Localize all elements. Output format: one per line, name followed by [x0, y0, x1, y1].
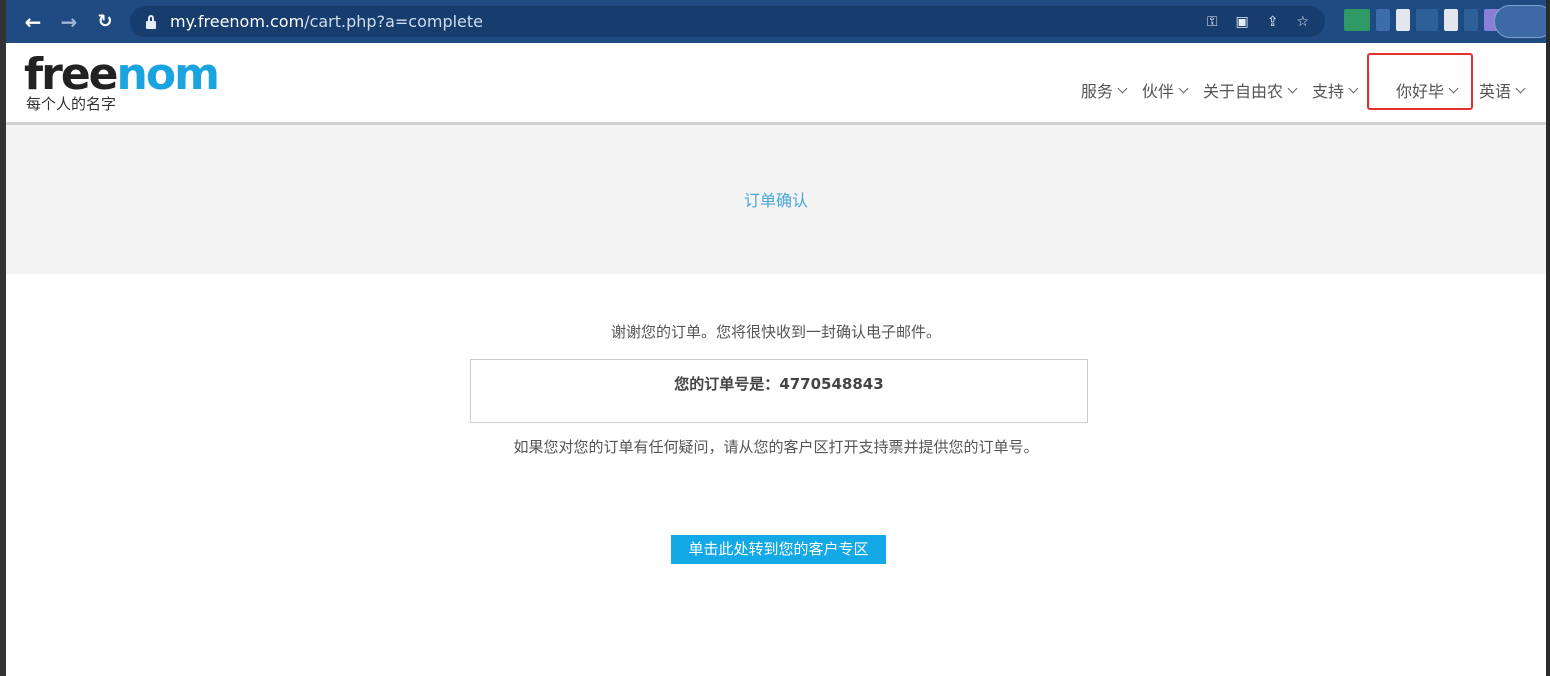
- nav-partners-label: 伙伴: [1141, 82, 1174, 101]
- nav-about-label: 关于自由农: [1202, 82, 1283, 101]
- chevron-down-icon: [1448, 83, 1459, 93]
- nav-support-label: 支持: [1311, 82, 1344, 101]
- back-icon[interactable]: ←: [18, 7, 48, 37]
- page-banner: 订单确认: [6, 125, 1546, 274]
- order-number: 4770548843: [779, 375, 884, 393]
- site-header: freenom 每个人的名字 服务 伙伴 关于自由农 支持 你好毕 英语: [6, 43, 1546, 125]
- extension-icon[interactable]: [1444, 9, 1458, 31]
- nav-language-label: 英语: [1478, 82, 1511, 101]
- nav-support[interactable]: 支持: [1304, 78, 1365, 102]
- window-right-edge: [1546, 0, 1550, 676]
- reload-icon[interactable]: ↻: [90, 7, 120, 37]
- forward-icon[interactable]: →: [54, 7, 84, 37]
- chevron-down-icon: [1117, 83, 1128, 93]
- chevron-down-icon: [1348, 83, 1359, 93]
- extension-icon[interactable]: [1464, 9, 1478, 31]
- nav-user-label: 你好毕: [1395, 82, 1444, 101]
- extension-icon[interactable]: [1396, 9, 1410, 31]
- star-icon[interactable]: ☆: [1296, 14, 1309, 30]
- web-page: freenom 每个人的名字 服务 伙伴 关于自由农 支持 你好毕 英语 订单确…: [6, 43, 1546, 676]
- extension-icon[interactable]: [1344, 9, 1370, 31]
- page-title: 订单确认: [743, 191, 808, 210]
- url-host: my.freenom.com: [170, 12, 305, 31]
- client-area-button[interactable]: 单击此处转到您的客户专区: [671, 535, 886, 564]
- address-bar[interactable]: my.freenom.com/cart.php?a=complete ⚿ ▣ ⇪…: [130, 6, 1325, 37]
- nav-services[interactable]: 服务: [1073, 78, 1134, 102]
- chevron-down-icon: [1287, 83, 1298, 93]
- nav-services-label: 服务: [1080, 82, 1113, 101]
- extensions-area: [1344, 9, 1510, 31]
- site-logo[interactable]: freenom 每个人的名字: [24, 53, 220, 114]
- chevron-down-icon: [1515, 83, 1526, 93]
- thanks-message: 谢谢您的订单。您将很快收到一封确认电子邮件。: [610, 323, 941, 341]
- url-path: /cart.php?a=complete: [304, 12, 484, 31]
- order-number-box: 您的订单号是：4770548843: [470, 359, 1088, 423]
- logo-nom: nom: [116, 49, 220, 100]
- nav-partners[interactable]: 伙伴: [1134, 78, 1195, 102]
- translate-icon[interactable]: ▣: [1235, 14, 1248, 30]
- main-nav: 服务 伙伴 关于自由农 支持 你好毕 英语: [1073, 72, 1532, 108]
- nav-language[interactable]: 英语: [1471, 78, 1532, 102]
- extension-icon[interactable]: [1416, 9, 1438, 31]
- browser-toolbar: ← → ↻ my.freenom.com/cart.php?a=complete…: [6, 0, 1550, 43]
- extension-icon[interactable]: [1376, 9, 1390, 31]
- profile-button[interactable]: [1494, 5, 1550, 38]
- lock-icon[interactable]: [146, 14, 156, 29]
- nav-about[interactable]: 关于自由农: [1195, 78, 1304, 102]
- nav-user-menu[interactable]: 你好毕: [1374, 78, 1471, 102]
- order-number-label: 您的订单号是：: [674, 375, 780, 393]
- key-icon[interactable]: ⚿: [1207, 14, 1218, 30]
- nav-divider: [1368, 72, 1370, 108]
- share-icon[interactable]: ⇪: [1267, 14, 1279, 30]
- url-text[interactable]: my.freenom.com/cart.php?a=complete: [170, 12, 483, 31]
- chevron-down-icon: [1178, 83, 1189, 93]
- help-message: 如果您对您的订单有任何疑问，请从您的客户区打开支持票并提供您的订单号。: [513, 438, 1039, 456]
